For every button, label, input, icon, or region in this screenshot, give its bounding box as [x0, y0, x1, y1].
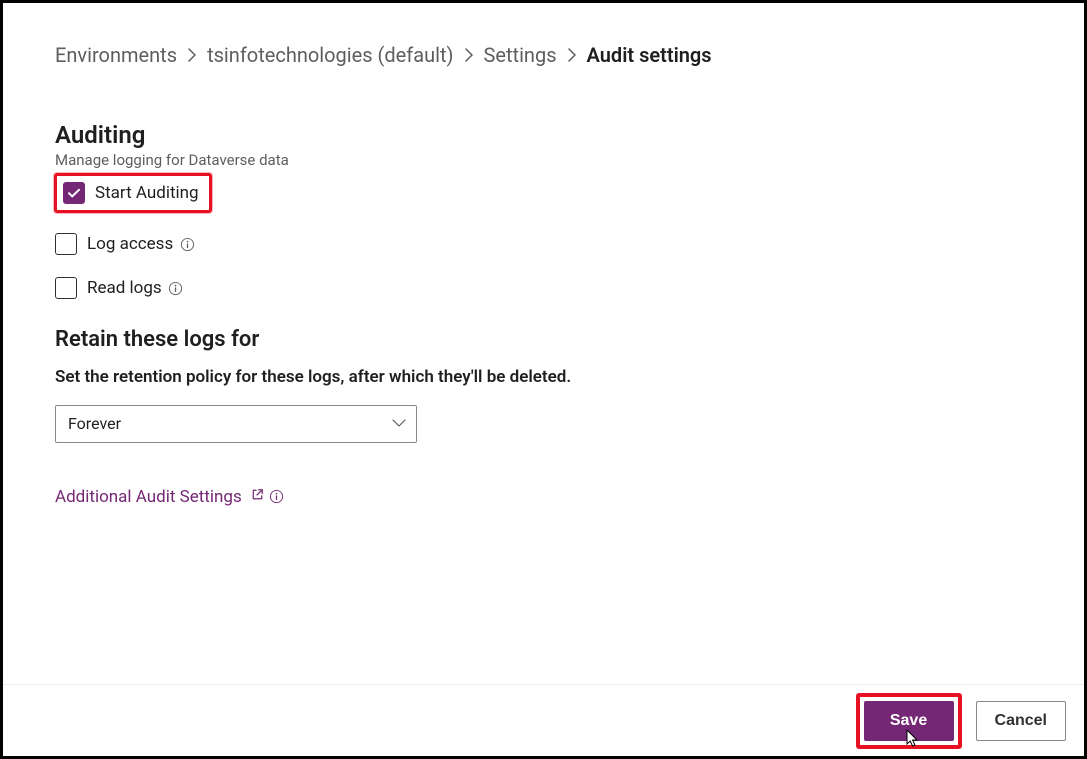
label-log-access: Log access	[87, 234, 173, 254]
auditing-section: Auditing Manage logging for Dataverse da…	[55, 121, 1032, 299]
info-icon[interactable]	[269, 489, 285, 505]
breadcrumb: Environments tsinfotechnologies (default…	[55, 43, 1032, 67]
highlight-save: Save	[856, 693, 962, 749]
breadcrumb-settings[interactable]: Settings	[484, 43, 557, 67]
label-start-auditing: Start Auditing	[95, 183, 199, 203]
option-read-logs: Read logs	[55, 277, 1032, 299]
checkbox-read-logs[interactable]	[55, 277, 77, 299]
breadcrumb-environment-name[interactable]: tsinfotechnologies (default)	[207, 43, 453, 67]
info-icon[interactable]	[179, 236, 195, 252]
highlight-start-auditing: Start Auditing	[54, 173, 212, 213]
chevron-down-icon	[392, 414, 406, 433]
info-icon[interactable]	[168, 280, 184, 296]
footer-bar: Save Cancel	[3, 684, 1084, 756]
breadcrumb-environments[interactable]: Environments	[55, 43, 177, 67]
save-button[interactable]: Save	[864, 701, 954, 741]
retention-selected-value: Forever	[68, 414, 121, 433]
retention-section: Retain these logs for Set the retention …	[55, 327, 1032, 443]
option-log-access: Log access	[55, 233, 1032, 255]
auditing-options: Start Auditing Log access Read logs	[55, 173, 1032, 299]
retention-select[interactable]: Forever	[55, 405, 417, 443]
external-link-icon	[250, 487, 265, 506]
chevron-right-icon	[567, 48, 577, 62]
additional-settings-row: Additional Audit Settings	[55, 487, 1032, 507]
checkbox-start-auditing[interactable]	[63, 182, 85, 204]
page-title: Auditing	[55, 121, 1032, 149]
chevron-right-icon	[464, 48, 474, 62]
label-read-logs: Read logs	[87, 278, 162, 298]
chevron-right-icon	[187, 48, 197, 62]
additional-audit-settings-link[interactable]: Additional Audit Settings	[55, 487, 242, 507]
cancel-button[interactable]: Cancel	[976, 701, 1066, 741]
settings-panel: Environments tsinfotechnologies (default…	[0, 0, 1087, 759]
content-area: Environments tsinfotechnologies (default…	[3, 3, 1084, 507]
checkbox-log-access[interactable]	[55, 233, 77, 255]
auditing-subtitle: Manage logging for Dataverse data	[55, 151, 1032, 169]
breadcrumb-current: Audit settings	[587, 43, 712, 67]
retention-description: Set the retention policy for these logs,…	[55, 366, 575, 389]
retention-title: Retain these logs for	[55, 327, 1032, 352]
